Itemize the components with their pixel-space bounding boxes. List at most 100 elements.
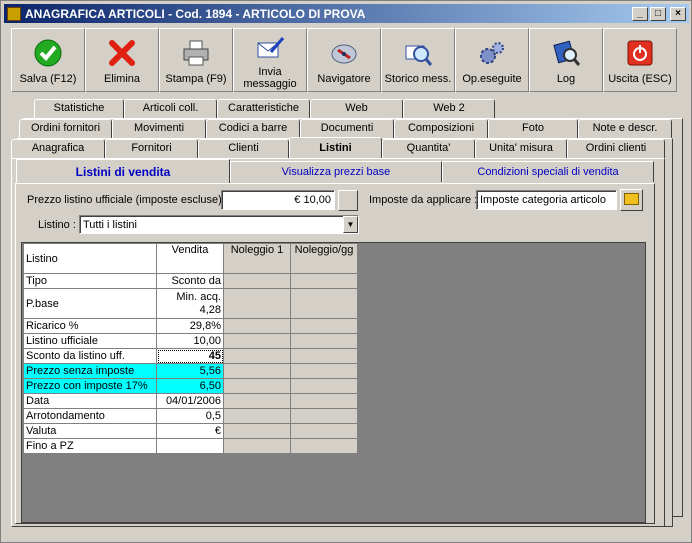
close-button[interactable]: × (670, 6, 686, 21)
cell-noleggio-gg[interactable] (290, 318, 358, 334)
table-row[interactable]: Prezzo con imposte 17% 6,50 (23, 378, 358, 394)
cell-vendita[interactable]: 5,56 (156, 363, 224, 379)
maximize-button[interactable]: □ (650, 6, 666, 21)
cell-vendita[interactable]: 0,5 (156, 408, 224, 424)
save-button[interactable]: Salva (F12) (11, 28, 85, 92)
row-label: Sconto da listino uff. (23, 348, 157, 364)
cell-vendita[interactable]: € (156, 423, 224, 439)
listino-select[interactable]: Tutti i listini ▼ (79, 215, 359, 234)
cell-vendita-selected[interactable]: 45 (156, 348, 224, 364)
delete-label: Elimina (103, 73, 141, 85)
cell-noleggio-gg[interactable] (290, 348, 358, 364)
save-label: Salva (F12) (19, 73, 77, 85)
cell-noleggio-1[interactable] (223, 288, 291, 319)
subtab-condizioni-speciali[interactable]: Condizioni speciali di vendita (442, 161, 654, 182)
operations-label: Op.eseguite (462, 73, 522, 85)
tab-clienti[interactable]: Clienti (198, 139, 289, 158)
tab-ordini-fornitori[interactable]: Ordini fornitori (19, 119, 112, 138)
cell-noleggio-gg[interactable] (290, 423, 358, 439)
tab-unita-misura[interactable]: Unita' misura (475, 139, 567, 158)
log-button[interactable]: Log (529, 28, 603, 92)
cell-noleggio-1[interactable] (223, 408, 291, 424)
cell-noleggio-1[interactable] (223, 273, 291, 289)
tab-web-2[interactable]: Web 2 (403, 99, 495, 118)
cell-vendita[interactable]: Min. acq. 4,28 (156, 288, 224, 319)
cell-noleggio-1[interactable] (223, 348, 291, 364)
tab-movimenti[interactable]: Movimenti (112, 119, 206, 138)
log-search-icon (550, 37, 582, 69)
tab-caratteristiche[interactable]: Caratteristiche (217, 99, 310, 118)
tab-fornitori[interactable]: Fornitori (105, 139, 198, 158)
tab-row-2: Ordini fornitori Movimenti Codici a barr… (1, 119, 692, 138)
tab-quantita[interactable]: Quantita' (382, 139, 475, 158)
table-row[interactable]: Arrotondamento 0,5 (23, 408, 358, 424)
cell-noleggio-1[interactable] (223, 333, 291, 349)
cell-noleggio-gg[interactable] (290, 363, 358, 379)
tab-listini[interactable]: Listini (289, 137, 382, 158)
tab-web[interactable]: Web (310, 99, 403, 118)
cell-vendita[interactable]: 6,50 (156, 378, 224, 394)
tab-documenti[interactable]: Documenti (300, 119, 394, 138)
delete-x-icon (106, 37, 138, 69)
print-button[interactable]: Stampa (F9) (159, 28, 233, 92)
table-row[interactable]: Sconto da listino uff. 45 (23, 348, 358, 364)
exit-button[interactable]: Uscita (ESC) (603, 28, 677, 92)
folder-button[interactable] (620, 189, 643, 211)
cell-noleggio-1[interactable] (223, 363, 291, 379)
tab-statistiche[interactable]: Statistiche (34, 99, 124, 118)
tab-row-3: Anagrafica Fornitori Clienti Listini Qua… (1, 137, 692, 158)
cell-vendita[interactable]: 04/01/2006 (156, 393, 224, 409)
subtab-listini-di-vendita[interactable]: Listini di vendita (16, 159, 230, 183)
cell-noleggio-gg[interactable] (290, 333, 358, 349)
cell-vendita[interactable]: 29,8% (156, 318, 224, 334)
cell-noleggio-1[interactable] (223, 378, 291, 394)
prezzo-button[interactable] (338, 190, 358, 211)
row-label: Listino ufficiale (23, 333, 157, 349)
log-label: Log (556, 73, 576, 85)
tab-note-e-descr[interactable]: Note e descr. (578, 119, 672, 138)
cell-noleggio-gg[interactable] (290, 288, 358, 319)
table-row[interactable]: Fino a PZ (23, 438, 358, 454)
prices-grid: Listino Vendita Noleggio 1 Noleggio/gg T… (21, 242, 646, 523)
cell-vendita[interactable]: Sconto da (156, 273, 224, 289)
message-history-button[interactable]: Storico mess. (381, 28, 455, 92)
prezzo-input[interactable]: € 10,00 (221, 190, 335, 210)
title-bar: ANAGRAFICA ARTICOLI - Cod. 1894 - ARTICO… (4, 4, 689, 23)
cell-noleggio-1[interactable] (223, 318, 291, 334)
tab-anagrafica[interactable]: Anagrafica (11, 139, 105, 158)
subtab-visualizza-prezzi-base[interactable]: Visualizza prezzi base (230, 161, 442, 182)
table-row[interactable]: Valuta € (23, 423, 358, 439)
operations-button[interactable]: Op.eseguite (455, 28, 529, 92)
tab-foto[interactable]: Foto (488, 119, 578, 138)
navigator-label: Navigatore (317, 73, 371, 85)
cell-vendita[interactable]: 10,00 (156, 333, 224, 349)
navigator-button[interactable]: Navigatore (307, 28, 381, 92)
minimize-button[interactable]: _ (632, 6, 648, 21)
prezzo-label: Prezzo listino ufficiale (imposte esclus… (27, 194, 228, 206)
cell-noleggio-1[interactable] (223, 393, 291, 409)
cell-noleggio-1[interactable] (223, 423, 291, 439)
tab-ordini-clienti[interactable]: Ordini clienti (567, 139, 665, 158)
tab-composizioni[interactable]: Composizioni (394, 119, 488, 138)
cell-noleggio-1[interactable] (223, 438, 291, 454)
cell-vendita[interactable] (156, 438, 224, 454)
table-row[interactable]: Tipo Sconto da (23, 273, 358, 289)
imposte-input[interactable]: Imposte categoria articolo (476, 190, 617, 210)
cell-noleggio-gg[interactable] (290, 408, 358, 424)
chevron-down-icon[interactable]: ▼ (343, 216, 358, 233)
window-title: ANAGRAFICA ARTICOLI - Cod. 1894 - ARTICO… (25, 6, 366, 21)
send-message-button[interactable]: Invia messaggio (233, 28, 307, 92)
table-row[interactable]: Ricarico % 29,8% (23, 318, 358, 334)
cell-noleggio-gg[interactable] (290, 273, 358, 289)
cell-noleggio-gg[interactable] (290, 378, 358, 394)
table-row[interactable]: P.base Min. acq. 4,28 (23, 288, 358, 319)
tab-articoli-coll[interactable]: Articoli coll. (124, 99, 217, 118)
table-row[interactable]: Prezzo senza imposte 5,56 (23, 363, 358, 379)
send-message-label: Invia messaggio (243, 66, 297, 90)
cell-noleggio-gg[interactable] (290, 438, 358, 454)
tab-codici-a-barre[interactable]: Codici a barre (206, 119, 300, 138)
cell-noleggio-gg[interactable] (290, 393, 358, 409)
table-row[interactable]: Listino ufficiale 10,00 (23, 333, 358, 349)
table-row[interactable]: Data 04/01/2006 (23, 393, 358, 409)
delete-button[interactable]: Elimina (85, 28, 159, 92)
